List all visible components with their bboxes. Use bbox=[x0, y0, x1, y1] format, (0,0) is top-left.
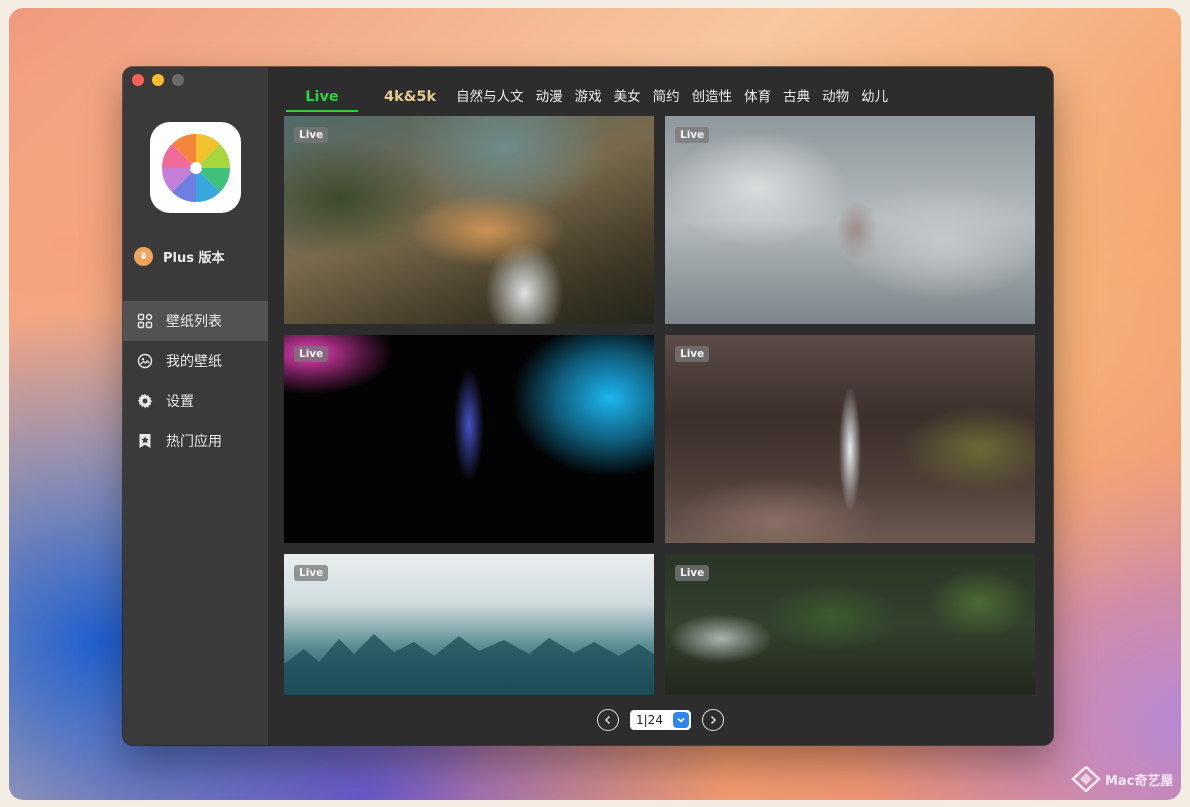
tab-creative[interactable]: 创造性 bbox=[686, 84, 739, 110]
tab-beauty[interactable]: 美女 bbox=[608, 84, 647, 110]
sidebar-item-label: 壁纸列表 bbox=[166, 314, 222, 330]
sidebar-item-hot-apps[interactable]: 热门应用 bbox=[123, 421, 268, 461]
sidebar: ♛ Plus 版本 壁纸列表 我的壁纸 设置 热门应用 bbox=[123, 67, 268, 745]
window-controls bbox=[132, 74, 184, 86]
chevron-right-icon bbox=[710, 715, 717, 725]
sidebar-item-label: 设置 bbox=[166, 394, 194, 410]
watermark-text: Mac奇艺屋 bbox=[1105, 773, 1174, 789]
tab-minimal[interactable]: 简约 bbox=[647, 84, 686, 110]
picture-icon bbox=[137, 353, 153, 369]
tab-nature-humanity[interactable]: 自然与人文 bbox=[450, 84, 530, 110]
live-badge: Live bbox=[675, 565, 710, 581]
category-tabs: Live 4k&5k 自然与人文 动漫 游戏 美女 简约 创造性 体育 古典 动… bbox=[286, 84, 894, 112]
wallpaper-thumbnail-snowy-forest[interactable]: Live bbox=[284, 554, 654, 695]
wallpaper-thumbnail-waterfall[interactable]: Live bbox=[665, 335, 1035, 543]
live-badge: Live bbox=[675, 127, 710, 143]
live-badge: Live bbox=[294, 127, 329, 143]
crown-icon: ♛ bbox=[134, 247, 153, 266]
tab-live[interactable]: Live bbox=[286, 84, 358, 112]
wallpaper-thumbnail-clouds[interactable]: Live bbox=[665, 116, 1035, 324]
live-badge: Live bbox=[294, 346, 329, 362]
bookmark-star-icon bbox=[137, 433, 153, 449]
page-select[interactable]: 1|24 bbox=[630, 710, 691, 730]
tab-animals[interactable]: 动物 bbox=[816, 84, 855, 110]
sidebar-item-my-wallpapers[interactable]: 我的壁纸 bbox=[123, 341, 268, 381]
grid-icon bbox=[137, 313, 153, 329]
next-page-button[interactable] bbox=[702, 709, 724, 731]
live-badge: Live bbox=[675, 346, 710, 362]
live-badge: Live bbox=[294, 565, 329, 581]
page-select-value: 1|24 bbox=[636, 713, 663, 727]
app-logo-icon bbox=[150, 122, 241, 213]
pagination: 1|24 bbox=[597, 709, 724, 731]
tab-kids[interactable]: 幼儿 bbox=[855, 84, 894, 110]
watermark-logo-icon bbox=[1071, 766, 1101, 792]
close-window-button[interactable] bbox=[132, 74, 144, 86]
sidebar-item-settings[interactable]: 设置 bbox=[123, 381, 268, 421]
minimize-window-button[interactable] bbox=[152, 74, 164, 86]
wallpaper-thumbnail-neon-dancer[interactable]: Live bbox=[284, 335, 654, 543]
watermark: Mac奇艺屋 bbox=[1071, 766, 1173, 792]
wallpaper-thumbnail-fantasy-castle[interactable]: Live bbox=[284, 116, 654, 324]
forest-silhouette bbox=[284, 634, 654, 695]
wallpaper-thumbnail-mossy-rocks[interactable]: Live bbox=[665, 554, 1035, 695]
sidebar-item-label: 我的壁纸 bbox=[166, 354, 222, 370]
tab-anime[interactable]: 动漫 bbox=[530, 84, 569, 110]
tab-sports[interactable]: 体育 bbox=[738, 84, 777, 110]
neon-figure bbox=[449, 365, 489, 515]
sidebar-item-label: 热门应用 bbox=[166, 434, 222, 450]
gear-icon bbox=[137, 393, 153, 409]
sidebar-nav: 壁纸列表 我的壁纸 设置 热门应用 bbox=[123, 301, 268, 461]
tab-4k-5k[interactable]: 4k&5k bbox=[358, 84, 450, 110]
tab-classical[interactable]: 古典 bbox=[777, 84, 816, 110]
tab-games[interactable]: 游戏 bbox=[569, 84, 608, 110]
plus-version-label: Plus 版本 bbox=[163, 251, 225, 266]
app-window: ♛ Plus 版本 壁纸列表 我的壁纸 设置 热门应用 Live 4k&5k 自… bbox=[123, 67, 1053, 745]
sidebar-item-wallpaper-list[interactable]: 壁纸列表 bbox=[123, 301, 268, 341]
prev-page-button[interactable] bbox=[597, 709, 619, 731]
main-content: Live 4k&5k 自然与人文 动漫 游戏 美女 简约 创造性 体育 古典 动… bbox=[268, 67, 1053, 745]
plus-version[interactable]: ♛ Plus 版本 bbox=[134, 247, 225, 266]
chevron-down-icon bbox=[673, 712, 689, 728]
chevron-left-icon bbox=[604, 715, 611, 725]
maximize-window-button[interactable] bbox=[172, 74, 184, 86]
